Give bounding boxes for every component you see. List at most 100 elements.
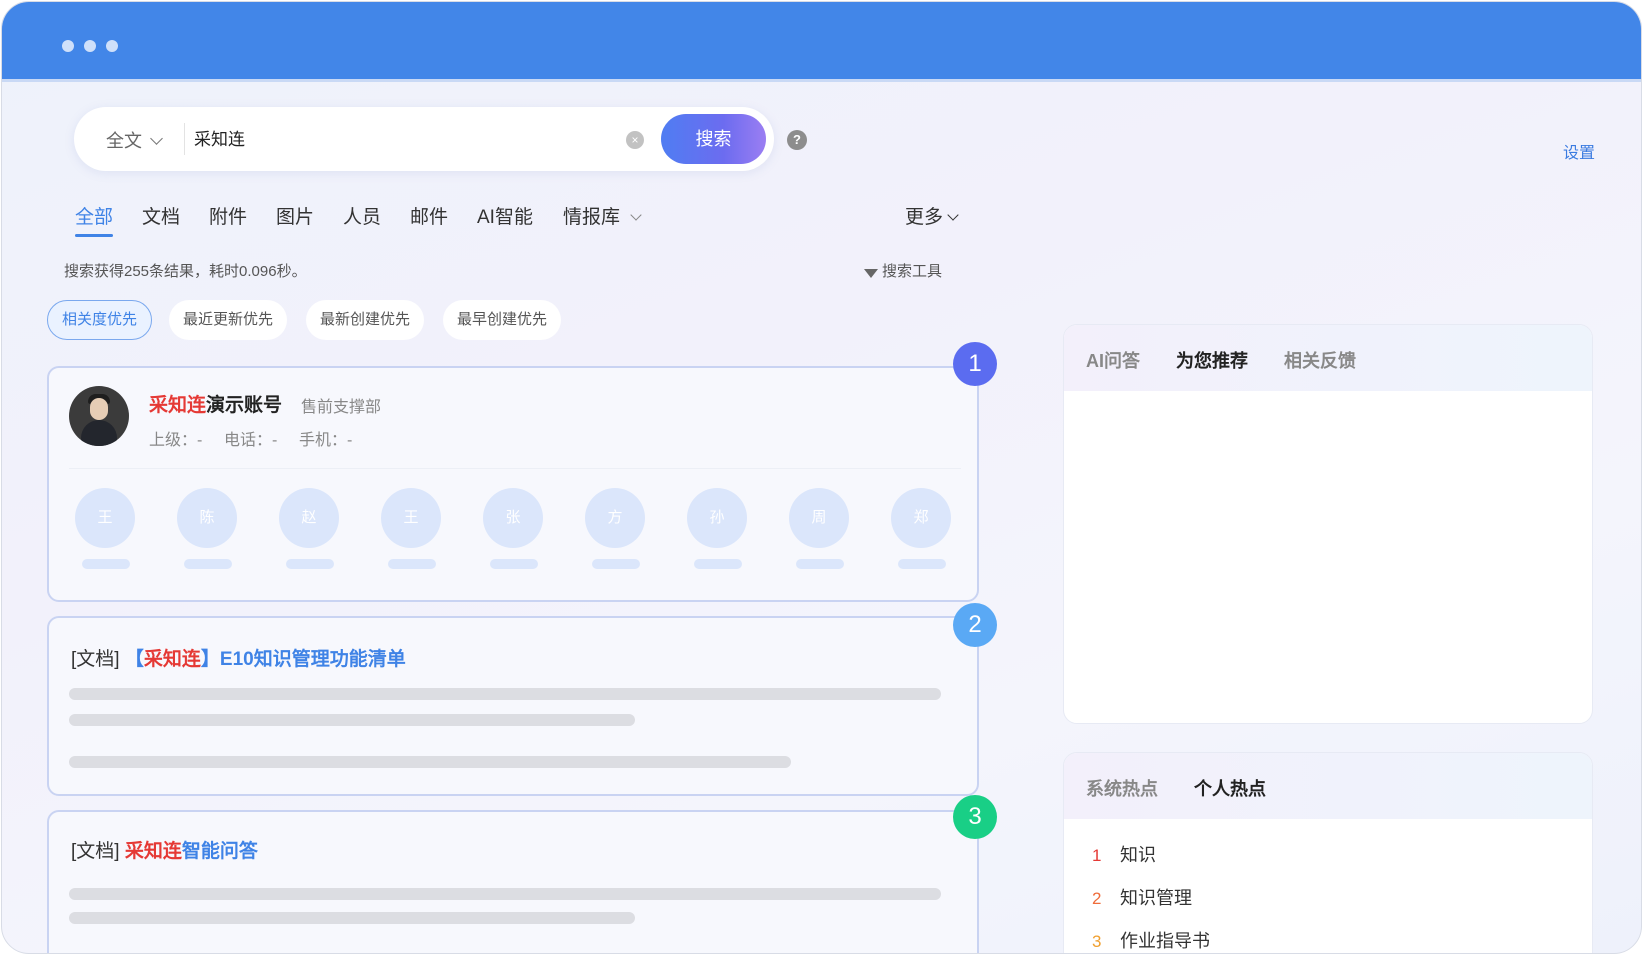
- person-department: 售前支撑部: [301, 399, 382, 416]
- document-title[interactable]: [文档] 【采知连】E10知识管理功能清单: [71, 644, 406, 671]
- hot-topic-item[interactable]: 3 作业指导书: [1092, 927, 1210, 953]
- person-mobile: 手机：-: [299, 432, 353, 449]
- sort-relevance[interactable]: 相关度优先: [47, 300, 153, 340]
- name-rest: 演示账号: [206, 395, 283, 416]
- recommendation-panel: AI问答 为您推荐 相关反馈: [1063, 324, 1593, 724]
- tab-people[interactable]: 人员: [343, 202, 381, 229]
- sort-oldest-created[interactable]: 最早创建优先: [443, 300, 562, 340]
- colleague-initial: 周: [789, 488, 849, 548]
- colleague-avatar[interactable]: 陈: [177, 488, 239, 569]
- document-result-card[interactable]: [文档] 采知连智能问答: [47, 810, 979, 953]
- tab-feedback[interactable]: 相关反馈: [1284, 347, 1356, 373]
- name-placeholder: [184, 559, 232, 569]
- text-placeholder: [69, 714, 635, 726]
- tab-ai[interactable]: AI智能: [477, 202, 533, 229]
- result-rank-badge: 3: [953, 795, 997, 839]
- colleague-avatar[interactable]: 方: [585, 488, 647, 569]
- search-scope-label: 全文: [106, 131, 142, 151]
- active-tab-underline: [75, 234, 113, 237]
- hot-topic-label: 知识管理: [1120, 888, 1192, 908]
- filter-icon: [864, 269, 878, 278]
- tab-ai-qa[interactable]: AI问答: [1086, 347, 1140, 373]
- name-placeholder: [286, 559, 334, 569]
- title-bracket: 】: [200, 649, 220, 670]
- doc-type-prefix: [文档]: [71, 841, 120, 862]
- colleague-avatar[interactable]: 王: [75, 488, 137, 569]
- tab-images[interactable]: 图片: [276, 202, 314, 229]
- name-placeholder: [694, 559, 742, 569]
- tab-recommended[interactable]: 为您推荐: [1176, 347, 1248, 373]
- tab-attachments[interactable]: 附件: [209, 202, 247, 229]
- title-bracket: 【: [124, 649, 144, 670]
- document-result-card[interactable]: [文档] 【采知连】E10知识管理功能清单: [47, 616, 979, 796]
- tab-label: 全部: [75, 207, 114, 228]
- colleague-initial: 王: [75, 488, 135, 548]
- colleague-avatar[interactable]: 周: [789, 488, 851, 569]
- tab-more[interactable]: 更多: [905, 202, 959, 229]
- help-icon[interactable]: ?: [787, 130, 807, 150]
- text-placeholder: [69, 912, 635, 924]
- chevron-down-icon: [630, 209, 642, 221]
- document-title[interactable]: [文档] 采知连智能问答: [71, 836, 258, 863]
- search-tools-label: 搜索工具: [882, 263, 943, 280]
- results-summary: 搜索获得255条结果，耗时0.096秒。: [64, 263, 307, 280]
- result-rank-badge: 1: [953, 342, 997, 386]
- divider: [184, 123, 185, 155]
- tab-system-hot[interactable]: 系统热点: [1086, 775, 1158, 801]
- avatar[interactable]: [69, 386, 129, 446]
- window-dot-icon: [62, 40, 74, 52]
- window-dot-icon: [84, 40, 96, 52]
- chevron-down-icon: [947, 209, 959, 221]
- person-phone: 电话：-: [224, 432, 278, 449]
- search-bar: 全文 × 搜索: [74, 107, 774, 171]
- colleague-initial: 王: [381, 488, 441, 548]
- tab-all[interactable]: 全部: [75, 202, 114, 237]
- title-highlight: 采知连: [143, 649, 201, 670]
- clear-icon[interactable]: ×: [626, 131, 644, 149]
- search-tools-button[interactable]: 搜索工具: [864, 260, 942, 281]
- window-dot-icon: [106, 40, 118, 52]
- text-placeholder: [69, 688, 941, 700]
- hot-topic-label: 知识: [1120, 845, 1156, 865]
- colleague-initial: 郑: [891, 488, 951, 548]
- tab-label: 更多: [905, 207, 944, 228]
- person-superior: 上级：-: [149, 432, 203, 449]
- person-name[interactable]: 采知连演示账号: [149, 390, 282, 417]
- tab-label: 情报库: [563, 207, 621, 228]
- colleague-initial: 孙: [687, 488, 747, 548]
- colleague-initial: 张: [483, 488, 543, 548]
- colleague-avatar[interactable]: 郑: [891, 488, 953, 569]
- doc-type-prefix: [文档]: [71, 649, 120, 670]
- colleague-avatar[interactable]: 赵: [279, 488, 341, 569]
- colleague-initial: 赵: [279, 488, 339, 548]
- tab-intelligence[interactable]: 情报库: [563, 202, 642, 229]
- settings-link[interactable]: 设置: [1563, 139, 1595, 163]
- person-result-card[interactable]: 采知连演示账号 售前支撑部 上级：- 电话：- 手机：- 王陈赵王张方孙周郑: [47, 366, 979, 602]
- divider: [69, 468, 961, 469]
- name-placeholder: [898, 559, 946, 569]
- result-rank-badge: 2: [953, 603, 997, 647]
- tab-personal-hot[interactable]: 个人热点: [1194, 775, 1266, 801]
- hot-topics-panel: 系统热点 个人热点 1 知识 2 知识管理 3 作业指导书: [1063, 752, 1593, 953]
- colleague-initial: 方: [585, 488, 645, 548]
- tab-mail[interactable]: 邮件: [410, 202, 448, 229]
- hot-topic-rank: 2: [1092, 889, 1102, 908]
- chevron-down-icon: [150, 132, 163, 145]
- colleague-avatar[interactable]: 张: [483, 488, 545, 569]
- tab-documents[interactable]: 文档: [142, 202, 180, 229]
- name-placeholder: [592, 559, 640, 569]
- sort-recently-updated[interactable]: 最近更新优先: [169, 300, 288, 340]
- title-bar: [2, 2, 1641, 82]
- browser-window: 全文 × 搜索 ? 设置 全部 文档 附件 图片 人员 邮件 AI智能 情报库 …: [1, 1, 1642, 954]
- colleague-avatar[interactable]: 王: [381, 488, 443, 569]
- search-button[interactable]: 搜索: [661, 114, 766, 164]
- search-scope-dropdown[interactable]: 全文: [106, 127, 163, 153]
- name-placeholder: [490, 559, 538, 569]
- colleague-avatar[interactable]: 孙: [687, 488, 749, 569]
- hot-topic-item[interactable]: 2 知识管理: [1092, 884, 1192, 910]
- hot-topic-item[interactable]: 1 知识: [1092, 841, 1156, 867]
- sort-newest-created[interactable]: 最新创建优先: [306, 300, 425, 340]
- search-input[interactable]: [194, 127, 614, 147]
- name-highlight: 采知连: [149, 395, 207, 416]
- name-placeholder: [796, 559, 844, 569]
